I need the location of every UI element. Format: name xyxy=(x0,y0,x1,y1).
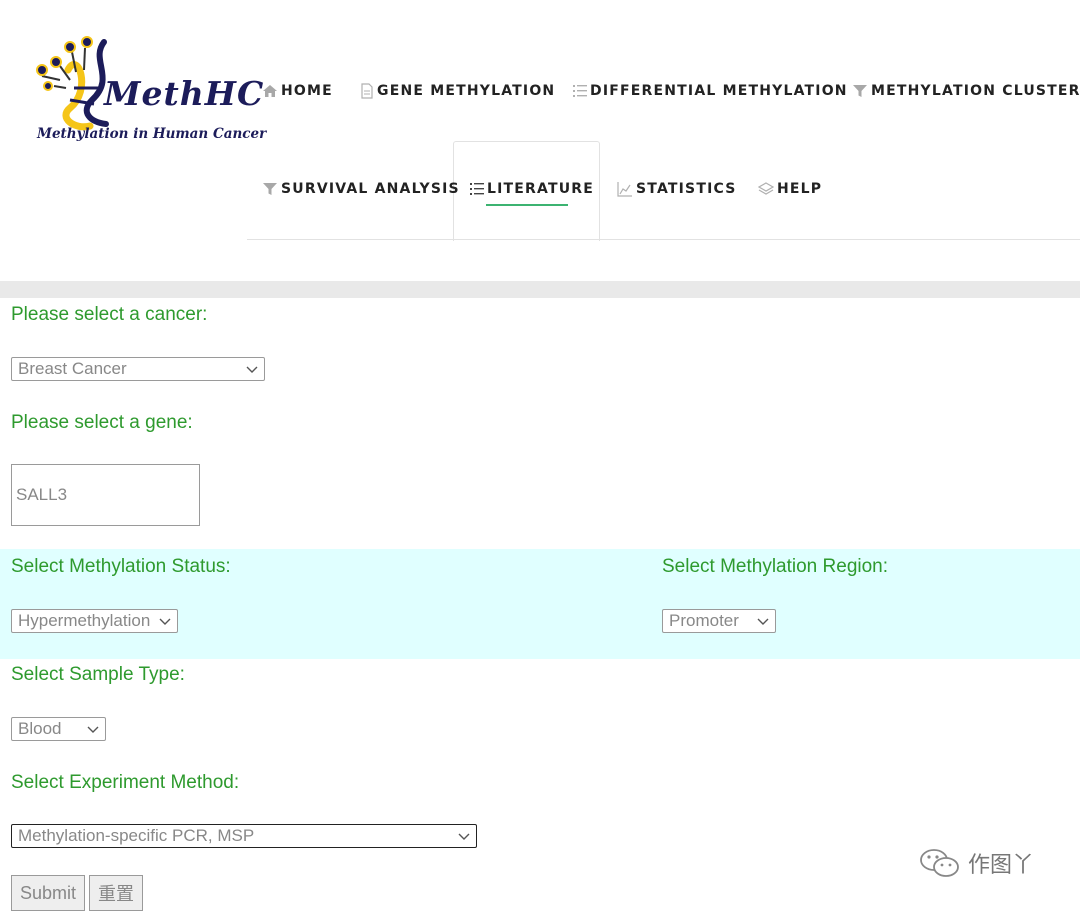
nav-statistics-label: STATISTICS xyxy=(636,181,737,197)
logo-title: MethHC xyxy=(104,74,265,113)
chevron-down-icon xyxy=(458,833,470,840)
sample-type-value: Blood xyxy=(18,719,62,738)
methylation-status-select[interactable]: Hypermethylation xyxy=(11,609,178,633)
layers-icon xyxy=(758,182,774,195)
filter-icon xyxy=(263,183,277,195)
nav-literature[interactable]: LITERATURE xyxy=(470,174,594,204)
list-icon xyxy=(470,183,484,195)
nav-methylation-cluster-label: METHYLATION CLUSTER xyxy=(871,83,1080,99)
chevron-down-icon xyxy=(87,726,99,733)
wechat-icon xyxy=(920,849,959,877)
filter-icon xyxy=(853,85,867,97)
experiment-method-value: Methylation-specific PCR, MSP xyxy=(18,826,255,845)
home-icon xyxy=(263,85,277,97)
watermark: 作图丫 xyxy=(918,845,1034,881)
methylation-region-value: Promoter xyxy=(669,611,739,630)
logo-tagline: Methylation in Human Cancer xyxy=(37,126,267,142)
methhc-logo[interactable]: MethHC Methylation in Human Cancer xyxy=(30,30,266,155)
experiment-method-select[interactable]: Methylation-specific PCR, MSP xyxy=(11,824,477,848)
methylation-region-select[interactable]: Promoter xyxy=(662,609,776,633)
reset-button[interactable]: 重置 xyxy=(89,875,143,911)
chevron-down-icon xyxy=(757,618,769,625)
methylation-status-label: Select Methylation Status: xyxy=(11,556,231,577)
sample-type-select[interactable]: Blood xyxy=(11,717,106,741)
nav-home[interactable]: HOME xyxy=(262,76,333,106)
watermark-text: 作图丫 xyxy=(968,852,1035,877)
cancer-label: Please select a cancer: xyxy=(11,304,208,325)
nav-help[interactable]: HELP xyxy=(758,174,822,204)
chevron-down-icon xyxy=(159,618,171,625)
nav-differential-methylation[interactable]: DIFFERENTIAL METHYLATION xyxy=(573,76,848,106)
experiment-method-label: Select Experiment Method: xyxy=(11,772,240,793)
nav-gene-methylation-label: GENE METHYLATION xyxy=(377,83,556,99)
nav-differential-methylation-label: DIFFERENTIAL METHYLATION xyxy=(590,83,848,99)
gene-input[interactable] xyxy=(11,464,200,526)
document-icon xyxy=(361,83,373,99)
area-chart-icon xyxy=(617,182,632,197)
methylation-status-value: Hypermethylation xyxy=(18,611,151,630)
cancer-select-value: Breast Cancer xyxy=(18,359,127,378)
cancer-select[interactable]: Breast Cancer xyxy=(11,357,265,381)
section-divider-bar xyxy=(0,281,1080,298)
nav-literature-label: LITERATURE xyxy=(487,181,595,197)
active-tab-underline xyxy=(486,204,568,206)
gene-label: Please select a gene: xyxy=(11,412,193,433)
nav-help-label: HELP xyxy=(777,181,823,197)
list-icon xyxy=(573,85,587,97)
methylation-region-label: Select Methylation Region: xyxy=(662,556,889,577)
submit-button[interactable]: Submit xyxy=(11,875,85,911)
nav-home-label: HOME xyxy=(281,83,333,99)
chevron-down-icon xyxy=(246,366,258,373)
nav-gene-methylation[interactable]: GENE METHYLATION xyxy=(360,76,555,106)
nav-divider xyxy=(247,239,1080,240)
nav-statistics[interactable]: STATISTICS xyxy=(617,174,737,204)
nav-survival-analysis[interactable]: SURVIVAL ANALYSIS xyxy=(262,174,460,204)
nav-methylation-cluster[interactable]: METHYLATION CLUSTER xyxy=(852,76,1080,106)
nav-survival-analysis-label: SURVIVAL ANALYSIS xyxy=(281,181,460,197)
sample-type-label: Select Sample Type: xyxy=(11,664,185,685)
